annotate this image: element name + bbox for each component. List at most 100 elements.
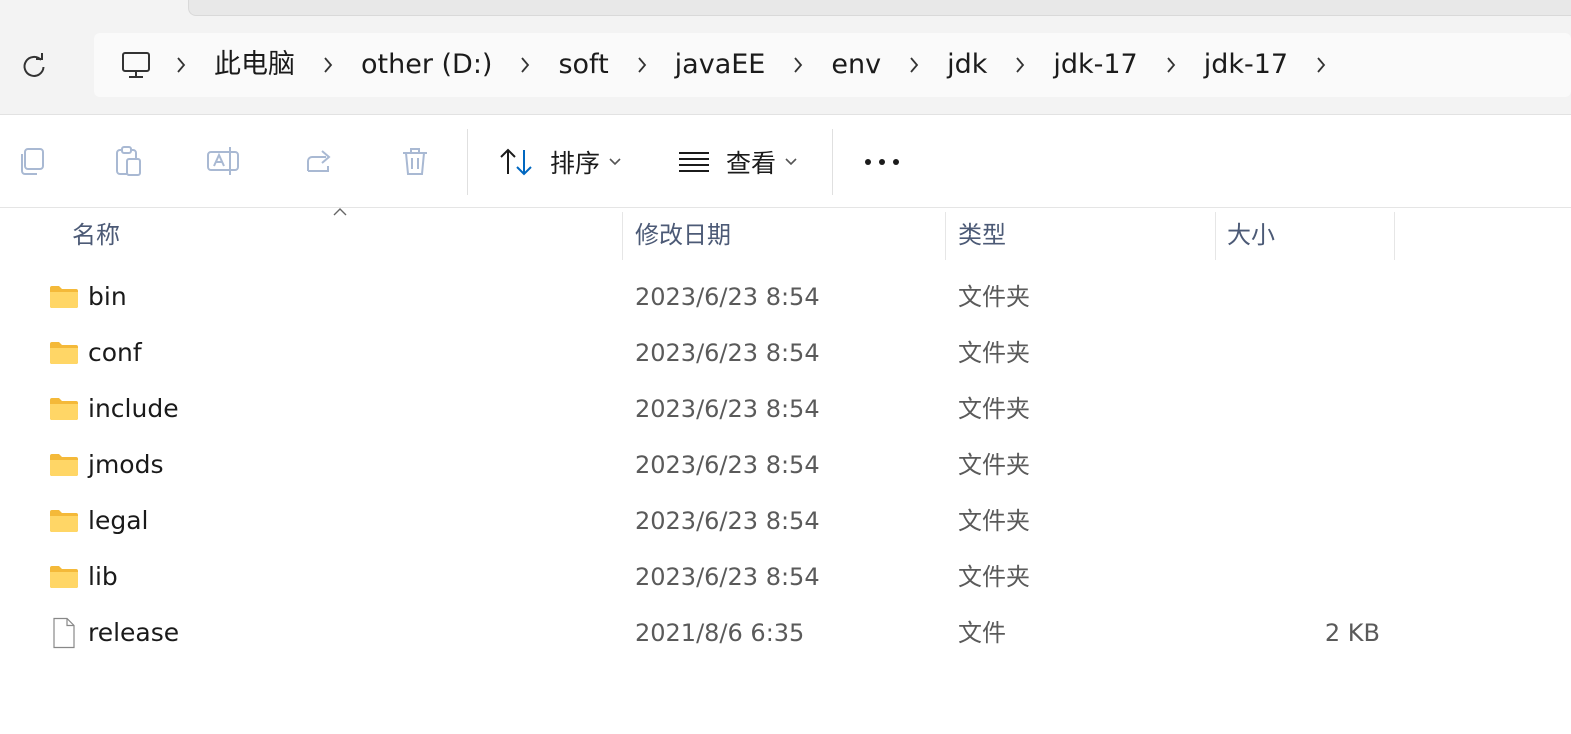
file-list: 名称 修改日期 类型 大小 bin 2023/6/23 8:54 文件夹 conf 20… [0, 208, 1571, 734]
column-header-type[interactable]: 类型 [958, 208, 1006, 262]
folder-icon [48, 505, 80, 537]
breadcrumb-item[interactable]: soft [544, 41, 622, 89]
refresh-icon [23, 53, 45, 77]
trash-icon [403, 148, 427, 175]
breadcrumb-chevron[interactable] [506, 41, 544, 89]
file-modified: 2023/6/23 8:54 [635, 451, 820, 479]
chevron-right-icon [521, 57, 530, 73]
more-options-button[interactable] [862, 139, 902, 185]
breadcrumb-item[interactable]: jdk-17 [1039, 41, 1151, 89]
column-divider[interactable] [1394, 212, 1395, 260]
breadcrumb-item[interactable]: jdk-17 [1190, 41, 1302, 89]
breadcrumb-chevron[interactable] [309, 41, 347, 89]
file-row[interactable]: lib 2023/6/23 8:54 文件夹 [40, 549, 1400, 605]
window-tab[interactable] [188, 0, 1571, 16]
paste-button[interactable] [110, 143, 146, 179]
breadcrumb-chevron[interactable] [1302, 41, 1340, 89]
folder-icon [50, 286, 78, 308]
folder-icon [50, 510, 78, 532]
sort-icon [500, 148, 532, 176]
file-name: lib [88, 562, 118, 591]
file-modified: 2023/6/23 8:54 [635, 507, 820, 535]
view-label: 查看 [726, 149, 777, 178]
chevron-right-icon [794, 57, 803, 73]
chevron-right-icon [177, 57, 186, 73]
file-type: 文件 [958, 619, 1006, 647]
folder-icon [50, 454, 78, 476]
file-row[interactable]: jmods 2023/6/23 8:54 文件夹 [40, 437, 1400, 493]
chevron-right-icon [324, 57, 333, 73]
file-name: bin [88, 282, 127, 311]
breadcrumb-chevron[interactable] [623, 41, 661, 89]
this-pc-button[interactable] [110, 41, 162, 89]
sort-ascending-icon [333, 208, 347, 216]
breadcrumb-chevron[interactable] [779, 41, 817, 89]
file-row[interactable]: conf 2023/6/23 8:54 文件夹 [40, 325, 1400, 381]
column-header-name[interactable]: 名称 [72, 208, 120, 262]
chevron-right-icon [1016, 57, 1025, 73]
file-name: include [88, 394, 179, 423]
folder-icon [48, 449, 80, 481]
chevron-right-icon [1317, 57, 1326, 73]
file-name: release [88, 618, 180, 647]
file-name: conf [88, 338, 142, 367]
copy-button[interactable] [14, 143, 50, 179]
column-divider[interactable] [945, 212, 946, 260]
folder-icon [48, 281, 80, 313]
view-button[interactable]: 查看 [676, 139, 798, 185]
file-type: 文件夹 [958, 283, 1030, 311]
breadcrumb[interactable]: 此电脑 other (D:) soft javaEE env jdk jdk-17 jdk-1… [94, 33, 1571, 97]
file-name: legal [88, 506, 149, 535]
column-divider[interactable] [1215, 212, 1216, 260]
share-button[interactable] [302, 143, 338, 179]
file-row[interactable]: legal 2023/6/23 8:54 文件夹 [40, 493, 1400, 549]
rename-button[interactable] [205, 143, 241, 179]
breadcrumb-chevron[interactable] [1152, 41, 1190, 89]
breadcrumb-item[interactable]: 此电脑 [200, 41, 309, 89]
column-divider[interactable] [622, 212, 623, 260]
computer-icon [122, 52, 150, 78]
folder-icon [48, 561, 80, 593]
breadcrumb-chevron[interactable] [162, 41, 200, 89]
file-modified: 2023/6/23 8:54 [635, 395, 820, 423]
folder-icon [48, 393, 80, 425]
chevron-down-icon [785, 158, 797, 166]
file-type: 文件夹 [958, 339, 1030, 367]
file-icon [48, 617, 80, 649]
command-bar: 排序 查看 [0, 115, 1571, 208]
file-modified: 2021/8/6 6:35 [635, 619, 805, 647]
breadcrumb-item[interactable]: javaEE [661, 41, 780, 89]
file-modified: 2023/6/23 8:54 [635, 563, 820, 591]
breadcrumb-item[interactable]: other (D:) [347, 41, 506, 89]
breadcrumb-item[interactable]: jdk [933, 41, 1001, 89]
chevron-down-icon [609, 158, 621, 166]
file-row[interactable]: include 2023/6/23 8:54 文件夹 [40, 381, 1400, 437]
file-row[interactable]: bin 2023/6/23 8:54 文件夹 [40, 269, 1400, 325]
folder-icon [50, 566, 78, 588]
delete-button[interactable] [397, 143, 433, 179]
breadcrumb-chevron[interactable] [1001, 41, 1039, 89]
file-name: jmods [88, 450, 164, 479]
file-type: 文件夹 [958, 507, 1030, 535]
chevron-right-icon [910, 57, 919, 73]
breadcrumb-item[interactable]: env [817, 41, 895, 89]
folder-icon [48, 337, 80, 369]
toolbar-divider [832, 129, 833, 195]
copy-icon [21, 148, 44, 175]
title-strip [0, 0, 1571, 16]
sort-label: 排序 [550, 149, 601, 178]
chevron-right-icon [1167, 57, 1175, 73]
column-header-modified[interactable]: 修改日期 [635, 208, 731, 262]
sort-button[interactable]: 排序 [498, 139, 622, 185]
file-size: 2 KB [1324, 619, 1380, 647]
paste-icon [116, 146, 141, 176]
folder-icon [50, 398, 78, 420]
column-header-size[interactable]: 大小 [1227, 208, 1275, 262]
file-row[interactable]: release 2021/8/6 6:35 文件 2 KB [40, 605, 1400, 661]
toolbar-divider [467, 129, 468, 195]
breadcrumb-chevron[interactable] [895, 41, 933, 89]
file-modified: 2023/6/23 8:54 [635, 283, 820, 311]
rename-icon [207, 147, 239, 175]
refresh-button[interactable] [14, 48, 54, 84]
chevron-right-icon [637, 57, 646, 73]
